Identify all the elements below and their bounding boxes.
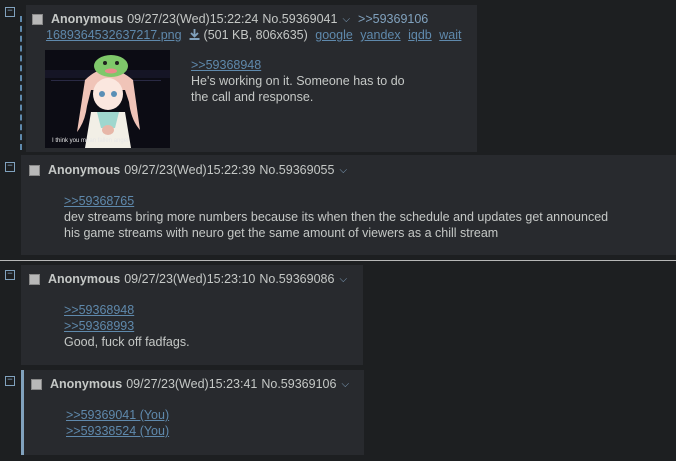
post-datetime: 09/27/23(Wed)15:23:41 — [126, 377, 258, 391]
post-number[interactable]: No.59369086 — [259, 272, 334, 286]
quote-link[interactable]: >>59368765 — [64, 193, 608, 209]
poster-name: Anonymous — [48, 272, 121, 286]
thread-separator — [0, 260, 676, 261]
post-datetime: 09/27/23(Wed)15:23:10 — [124, 272, 256, 286]
post-select-checkbox[interactable] — [32, 13, 43, 25]
post-info: Anonymous 09/27/23(Wed)15:23:10 No.59369… — [29, 272, 347, 286]
message-line: his game streams with neuro get the same… — [64, 226, 499, 240]
iqdb-search-link[interactable]: iqdb — [408, 28, 432, 42]
post-container: Anonymous 09/27/23(Wed)15:23:10 No.59369… — [21, 265, 363, 365]
hide-post-icon[interactable]: − — [5, 162, 15, 172]
post-message: >>59368948 He's working on it. Someone h… — [191, 57, 405, 105]
hide-post-icon[interactable]: − — [5, 376, 15, 386]
post-container: Anonymous 09/27/23(Wed)15:22:39 No.59369… — [21, 155, 676, 255]
file-name-link[interactable]: 1689364532637217.png — [46, 28, 182, 42]
poster-name: Anonymous — [48, 163, 121, 177]
quote-link[interactable]: >>59368993 — [64, 318, 190, 334]
chevron-down-icon[interactable]: ⌵ — [341, 379, 349, 390]
you-dashed-marker — [20, 16, 22, 150]
post-message: >>59368948 >>59368993 Good, fuck off fad… — [64, 302, 190, 350]
post-container: Anonymous 09/27/23(Wed)15:23:41 No.59369… — [21, 370, 364, 455]
post-number[interactable]: No.59369041 — [262, 12, 337, 26]
post-datetime: 09/27/23(Wed)15:22:39 — [124, 163, 256, 177]
message-line: the call and response. — [191, 90, 314, 104]
post-message: >>59369041 (You) >>59338524 (You) — [66, 407, 169, 439]
post-datetime: 09/27/23(Wed)15:22:24 — [127, 12, 259, 26]
message-line: dev streams bring more numbers because i… — [64, 210, 609, 224]
hide-post-icon[interactable]: − — [5, 7, 15, 17]
chevron-down-icon[interactable]: ⌵ — [339, 274, 347, 285]
google-search-link[interactable]: google — [315, 28, 353, 42]
post-container: Anonymous 09/27/23(Wed)15:22:24 No.59369… — [26, 5, 477, 152]
quote-link[interactable]: >>59368948 — [64, 302, 190, 318]
post-select-checkbox[interactable] — [31, 378, 42, 390]
post-message: >>59368765 dev streams bring more number… — [64, 193, 608, 241]
post-info: Anonymous 09/27/23(Wed)15:22:39 No.59369… — [29, 163, 347, 177]
file-meta: (501 KB, 806x635) — [203, 28, 308, 42]
wait-search-link[interactable]: wait — [439, 28, 461, 42]
thumbnail-caption: I think you mean fallen angel — [52, 138, 128, 144]
post-info: Anonymous 09/27/23(Wed)15:23:41 No.59369… — [31, 377, 349, 391]
chevron-down-icon[interactable]: ⌵ — [342, 14, 350, 25]
post-number[interactable]: No.59369055 — [259, 163, 334, 177]
quote-link[interactable]: >>59368948 — [191, 57, 405, 73]
poster-name: Anonymous — [51, 12, 124, 26]
quote-link[interactable]: >>59369041 (You) — [66, 407, 169, 423]
post-number[interactable]: No.59369106 — [261, 377, 336, 391]
poster-name: Anonymous — [50, 377, 123, 391]
post-select-checkbox[interactable] — [29, 273, 40, 285]
yandex-search-link[interactable]: yandex — [360, 28, 400, 42]
hide-post-icon[interactable]: − — [5, 270, 15, 280]
message-line: He's working on it. Someone has to do — [191, 74, 405, 88]
chevron-down-icon[interactable]: ⌵ — [339, 165, 347, 176]
quote-link[interactable]: >>59338524 (You) — [66, 423, 169, 439]
post-info: Anonymous 09/27/23(Wed)15:22:24 No.59369… — [32, 12, 428, 26]
download-icon[interactable] — [189, 28, 200, 43]
post-select-checkbox[interactable] — [29, 164, 40, 176]
message-line: Good, fuck off fadfags. — [64, 335, 190, 349]
file-info: 1689364532637217.png (501 KB, 806x635) g… — [46, 28, 461, 43]
backlink[interactable]: >>59369106 — [358, 12, 428, 26]
file-thumbnail[interactable]: I think you mean fallen angel — [45, 50, 170, 148]
